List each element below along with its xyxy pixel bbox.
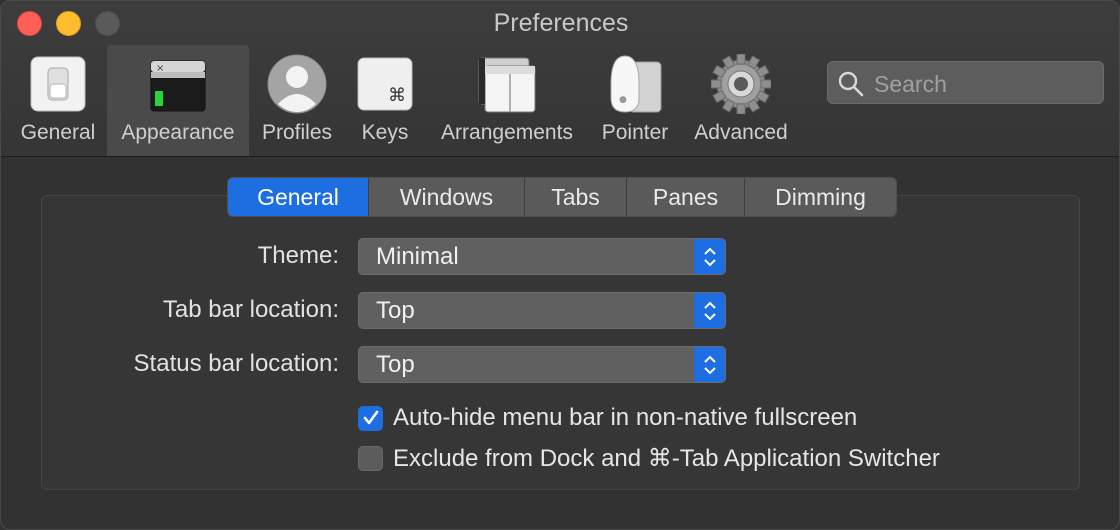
mouse-icon: ● <box>610 55 662 113</box>
status-bar-location-value: Top <box>376 351 415 378</box>
auto-hide-menu-bar-row[interactable]: Auto-hide menu bar in non-native fullscr… <box>358 404 857 432</box>
tab-bar-location-label: Tab bar location: <box>162 296 339 323</box>
general-switch-icon <box>30 56 86 112</box>
tab-dimming[interactable]: Dimming <box>745 178 896 216</box>
tab-bar-location-value: Top <box>376 297 415 324</box>
toolbar-item-profiles[interactable]: Profiles <box>255 45 339 156</box>
toolbar-label-general: General <box>20 121 96 144</box>
tab-panes[interactable]: Panes <box>627 178 745 216</box>
chevron-updown-icon <box>703 355 716 374</box>
toolbar-item-arrangements[interactable]: Arrangements <box>431 45 583 156</box>
window-title: Preferences <box>493 9 629 37</box>
toolbar-label-advanced: Advanced <box>694 121 788 144</box>
profile-person-icon <box>267 54 327 114</box>
svg-text:⌘: ⌘ <box>388 85 406 106</box>
arrangements-windows-icon <box>478 57 536 113</box>
preferences-window: Preferences General × Appearance Profile… <box>0 0 1120 530</box>
chevron-updown-icon <box>703 247 716 266</box>
exclude-from-dock-checkbox[interactable] <box>358 445 383 471</box>
search-icon <box>838 71 864 97</box>
toolbar-item-general[interactable]: General <box>11 45 105 156</box>
tab-general[interactable]: General <box>228 178 369 216</box>
toolbar-label-profiles: Profiles <box>261 121 333 144</box>
auto-hide-menu-bar-label: Auto-hide menu bar in non-native fullscr… <box>393 404 858 431</box>
svg-text:×: × <box>156 63 164 74</box>
toolbar-item-advanced[interactable]: Advanced <box>687 45 795 156</box>
tab-bar-location-popup[interactable]: Top <box>358 292 726 329</box>
search-input[interactable] <box>872 68 1096 100</box>
toolbar: Preferences General × Appearance Profile… <box>1 1 1119 157</box>
toolbar-label-keys: Keys <box>361 121 409 144</box>
toolbar-item-keys[interactable]: ⌘ Keys <box>353 45 417 156</box>
tab-windows[interactable]: Windows <box>369 178 525 216</box>
tab-bar-location-stepper <box>694 293 725 328</box>
theme-value: Minimal <box>376 243 459 270</box>
toolbar-label-appearance: Appearance <box>121 121 235 144</box>
exclude-from-dock-row[interactable]: Exclude from Dock and ⌘-Tab Application … <box>358 444 940 472</box>
toolbar-item-pointer[interactable]: ● Pointer <box>595 45 675 156</box>
status-bar-location-label: Status bar location: <box>133 350 339 377</box>
chevron-updown-icon <box>703 301 716 320</box>
appearance-terminal-icon: × <box>150 60 206 112</box>
status-bar-location-popup[interactable]: Top <box>358 346 726 383</box>
theme-label: Theme: <box>257 242 339 269</box>
toolbar-item-appearance[interactable]: × Appearance <box>107 45 249 156</box>
appearance-tabs: General Windows Tabs Panes Dimming <box>227 177 897 217</box>
search-field[interactable] <box>827 61 1104 104</box>
tab-tabs[interactable]: Tabs <box>525 178 627 216</box>
theme-stepper <box>694 239 725 274</box>
exclude-from-dock-label: Exclude from Dock and ⌘-Tab Application … <box>393 444 940 472</box>
status-bar-location-stepper <box>694 347 725 382</box>
gear-icon <box>711 54 771 114</box>
auto-hide-menu-bar-checkbox[interactable] <box>358 405 383 431</box>
toolbar-label-pointer: Pointer <box>601 121 669 144</box>
svg-text:●: ● <box>619 95 627 105</box>
toolbar-label-arrangements: Arrangements <box>441 121 573 144</box>
command-key-icon: ⌘ <box>357 57 413 111</box>
checkmark-icon <box>363 410 378 425</box>
theme-popup[interactable]: Minimal <box>358 238 726 275</box>
